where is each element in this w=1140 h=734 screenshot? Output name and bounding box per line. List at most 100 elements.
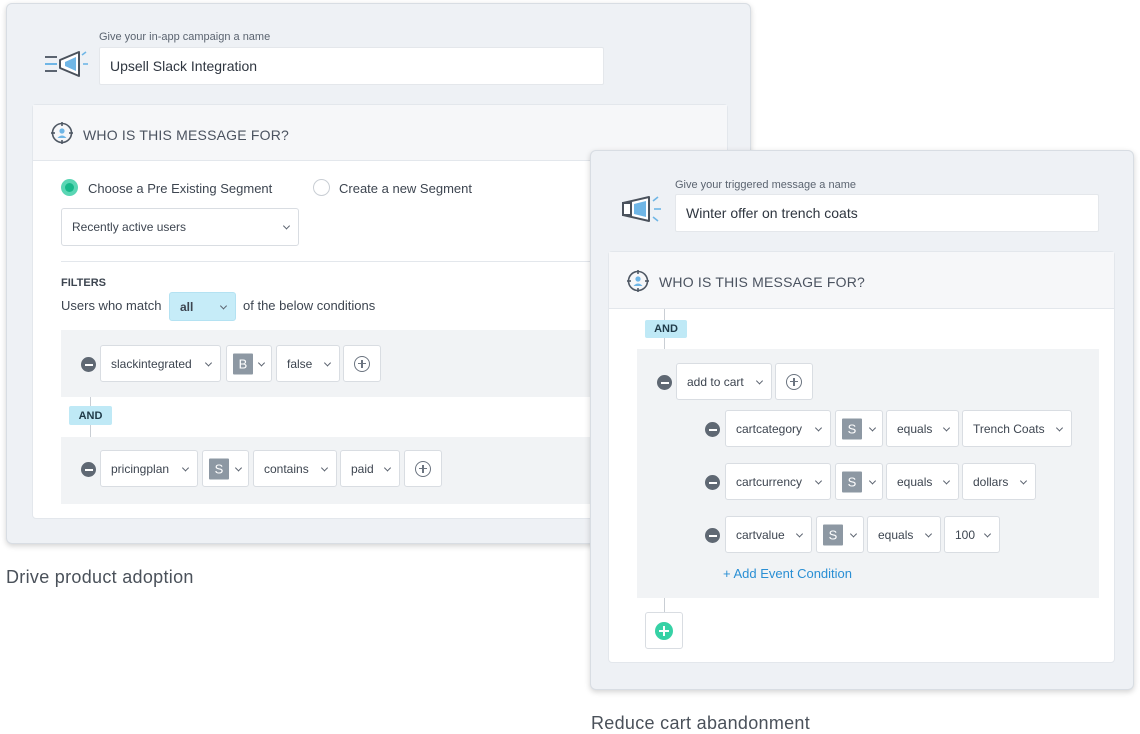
add-condition-button[interactable] bbox=[404, 450, 442, 487]
match-select-value: all bbox=[180, 299, 194, 314]
section-title: WHO IS THIS MESSAGE FOR? bbox=[83, 127, 290, 143]
campaign-name-input[interactable]: Upsell Slack Integration bbox=[99, 47, 604, 85]
chevron-down-icon bbox=[320, 463, 329, 472]
chevron-down-icon bbox=[234, 463, 243, 472]
property-select[interactable]: slackintegrated bbox=[100, 345, 221, 382]
chevron-down-icon bbox=[1019, 476, 1028, 485]
event-value: add to cart bbox=[687, 374, 744, 389]
operator-value: equals bbox=[897, 474, 933, 489]
match-select[interactable]: all bbox=[169, 292, 236, 321]
chevron-down-icon bbox=[1055, 423, 1064, 432]
chevron-down-icon bbox=[204, 358, 213, 367]
operator-select[interactable]: equals bbox=[867, 516, 941, 553]
segment-select[interactable]: Recently active users bbox=[61, 208, 299, 246]
type-select[interactable]: S bbox=[816, 516, 864, 553]
connector-line bbox=[664, 598, 665, 612]
match-prefix: Users who match bbox=[61, 298, 162, 313]
property-select[interactable]: cartcategory bbox=[725, 410, 831, 447]
type-badge: B bbox=[233, 353, 253, 374]
radio-new-segment[interactable] bbox=[313, 179, 330, 196]
and-tag: AND bbox=[645, 320, 687, 338]
value-select[interactable]: 100 bbox=[944, 516, 1000, 553]
type-badge: S bbox=[842, 471, 862, 492]
type-badge: S bbox=[823, 524, 843, 545]
property-value: pricingplan bbox=[111, 461, 170, 476]
chevron-down-icon bbox=[323, 358, 332, 367]
type-badge: S bbox=[842, 418, 862, 439]
megaphone-icon bbox=[622, 196, 661, 222]
chevron-down-icon bbox=[282, 222, 291, 230]
type-badge: S bbox=[209, 458, 229, 479]
remove-event-button[interactable] bbox=[657, 375, 672, 390]
target-user-icon bbox=[627, 270, 649, 292]
plus-circle-icon bbox=[354, 355, 370, 372]
value-text: paid bbox=[351, 461, 374, 476]
campaign-name-label: Give your in-app campaign a name bbox=[99, 31, 271, 43]
and-tag: AND bbox=[69, 406, 112, 425]
caption-right: Reduce cart abandonment bbox=[591, 713, 811, 733]
value-select[interactable]: paid bbox=[340, 450, 400, 487]
property-select[interactable]: cartvalue bbox=[725, 516, 812, 553]
operator-value: equals bbox=[878, 527, 914, 542]
type-select[interactable]: S bbox=[202, 450, 249, 487]
add-condition-button[interactable] bbox=[343, 345, 381, 382]
triggered-message-card: Give your triggered message a name Winte… bbox=[590, 150, 1134, 690]
operator-select[interactable]: false bbox=[276, 345, 340, 382]
chevron-down-icon bbox=[924, 529, 933, 538]
audience-panel: WHO IS THIS MESSAGE FOR? AND add to cart… bbox=[608, 251, 1115, 663]
value-select[interactable]: dollars bbox=[962, 463, 1036, 500]
megaphone-icon bbox=[45, 51, 88, 77]
chevron-down-icon bbox=[795, 529, 804, 538]
value-select[interactable]: Trench Coats bbox=[962, 410, 1072, 447]
property-value: cartcurrency bbox=[736, 474, 803, 489]
type-select[interactable]: S bbox=[835, 463, 883, 500]
remove-condition-button[interactable] bbox=[705, 475, 720, 490]
operator-select[interactable]: contains bbox=[253, 450, 337, 487]
plus-circle-icon bbox=[415, 460, 431, 477]
property-value: slackintegrated bbox=[111, 356, 192, 371]
add-filter-button[interactable] bbox=[645, 612, 683, 649]
radio-existing-label: Choose a Pre Existing Segment bbox=[88, 181, 273, 196]
chevron-down-icon bbox=[942, 476, 951, 485]
add-event-condition-link[interactable]: + Add Event Condition bbox=[723, 566, 852, 581]
chevron-down-icon bbox=[383, 463, 392, 472]
property-select[interactable]: pricingplan bbox=[100, 450, 198, 487]
message-name-input[interactable]: Winter offer on trench coats bbox=[675, 194, 1099, 232]
audience-panel-header: WHO IS THIS MESSAGE FOR? bbox=[609, 252, 1114, 309]
operator-value: contains bbox=[264, 461, 309, 476]
remove-condition-button[interactable] bbox=[705, 528, 720, 543]
caption-left: Drive product adoption bbox=[6, 567, 194, 587]
target-user-icon bbox=[51, 122, 73, 144]
chevron-down-icon bbox=[257, 358, 266, 367]
radio-new-label: Create a new Segment bbox=[339, 181, 472, 196]
match-suffix: of the below conditions bbox=[243, 298, 376, 313]
value-text: 100 bbox=[955, 527, 976, 542]
operator-select[interactable]: equals bbox=[886, 463, 959, 500]
message-name-label: Give your triggered message a name bbox=[675, 179, 856, 191]
radio-existing-segment[interactable] bbox=[61, 179, 78, 196]
chevron-down-icon bbox=[868, 476, 877, 485]
plus-circle-icon bbox=[655, 622, 673, 640]
chevron-down-icon bbox=[868, 423, 877, 432]
value-text: Trench Coats bbox=[973, 421, 1045, 436]
chevron-down-icon bbox=[219, 301, 228, 310]
event-select[interactable]: add to cart bbox=[676, 363, 772, 400]
chevron-down-icon bbox=[755, 376, 764, 385]
type-select[interactable]: B bbox=[226, 345, 272, 382]
section-title: WHO IS THIS MESSAGE FOR? bbox=[659, 274, 866, 290]
remove-condition-button[interactable] bbox=[81, 357, 96, 372]
chevron-down-icon bbox=[181, 463, 190, 472]
remove-condition-button[interactable] bbox=[705, 422, 720, 437]
type-select[interactable]: S bbox=[835, 410, 883, 447]
chevron-down-icon bbox=[942, 423, 951, 432]
property-value: cartcategory bbox=[736, 421, 803, 436]
remove-condition-button[interactable] bbox=[81, 462, 96, 477]
add-condition-button[interactable] bbox=[775, 363, 813, 400]
operator-value: false bbox=[287, 356, 313, 371]
chevron-down-icon bbox=[814, 476, 823, 485]
operator-select[interactable]: equals bbox=[886, 410, 959, 447]
plus-circle-icon bbox=[786, 373, 802, 390]
property-select[interactable]: cartcurrency bbox=[725, 463, 831, 500]
property-value: cartvalue bbox=[736, 527, 785, 542]
chevron-down-icon bbox=[983, 529, 992, 538]
